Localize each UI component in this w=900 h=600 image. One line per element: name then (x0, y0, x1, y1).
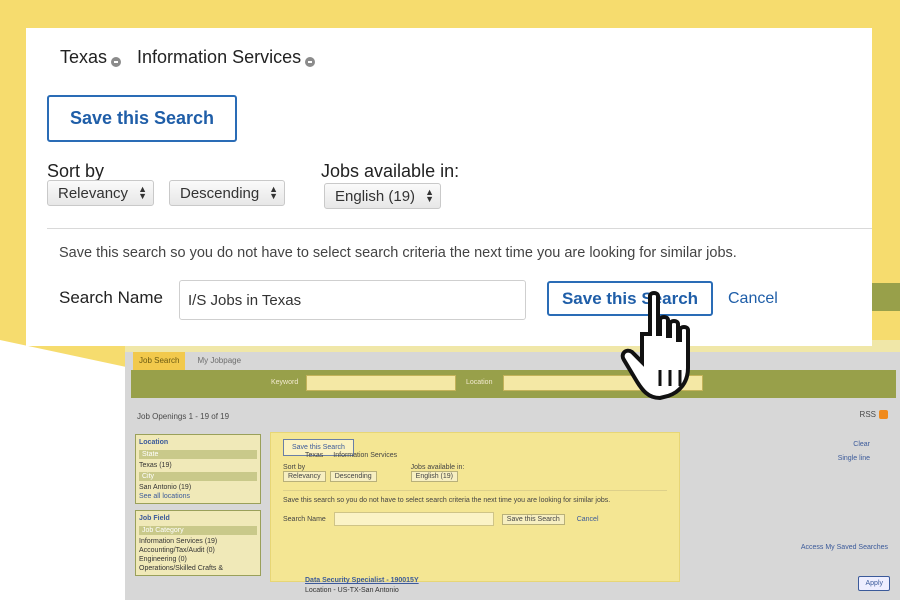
bg-apply-button[interactable]: Apply (858, 576, 890, 591)
save-this-search-button[interactable]: Save this Search (47, 95, 237, 142)
bg-mini-save-btn[interactable]: Save this Search (501, 513, 565, 525)
language-select[interactable]: English (19) ▲ ▼ (324, 183, 441, 209)
bg-facet-item[interactable]: Accounting/Tax/Audit (0) (139, 546, 257, 555)
bg-mini-save-panel: Texas Information Services Save this Sea… (270, 432, 680, 582)
bg-keyword-label: Keyword (271, 379, 299, 386)
rss-icon (879, 410, 888, 419)
filter-chip: Information Services (137, 47, 316, 68)
search-name-label: Search Name (59, 288, 163, 307)
bg-job-title[interactable]: Data Security Specialist - 190015Y (305, 576, 419, 586)
bg-jobfield-facet-title[interactable]: Job Field (139, 513, 257, 524)
bg-mini-name-input[interactable] (333, 512, 494, 526)
sort-by-label: Sort by (47, 161, 105, 181)
bg-tabs: Job Search My Jobpage (133, 352, 247, 370)
bg-tab-my-jobpage[interactable]: My Jobpage (191, 352, 247, 370)
remove-circle-icon[interactable] (305, 56, 316, 67)
bg-openings-count: Job Openings 1 - 19 of 19 (137, 412, 230, 421)
save-search-help-text: Save this search so you do not have to s… (59, 245, 737, 261)
bg-mini-sort-label: Sort by (283, 464, 306, 471)
bg-facet-item[interactable]: Information Services (19) (139, 537, 257, 546)
bg-facet-job-category: Job Category (139, 526, 257, 535)
bg-facet-state: State (139, 450, 257, 459)
bg-mini-name-row: Search Name Save this Search Cancel (283, 512, 667, 526)
bg-mini-name-label: Search Name (283, 515, 326, 523)
updown-arrows-icon: ▲ ▼ (425, 187, 434, 204)
bg-mini-cancel[interactable]: Cancel (577, 516, 599, 523)
bg-mini-sort-select[interactable]: Relevancy (283, 471, 326, 482)
sort-direction-select[interactable]: Descending ▲ ▼ (169, 180, 285, 206)
language-value: English (19) (335, 187, 416, 205)
bg-facet-texas[interactable]: Texas (19) (139, 461, 257, 470)
bg-facet-item[interactable]: Engineering (0) (139, 555, 257, 564)
bg-single-line-link[interactable]: Single line (838, 452, 870, 466)
bg-tab-job-search[interactable]: Job Search (133, 352, 186, 370)
cancel-link[interactable]: Cancel (728, 290, 778, 308)
filter-chip-label: Information Services (137, 47, 302, 67)
bg-mini-chips: Texas Information Services (305, 452, 397, 459)
section-divider (47, 228, 872, 229)
bg-keyword-input[interactable] (306, 375, 456, 391)
filter-chips: Texas Information Services (60, 47, 316, 68)
background-job-search-page: Job Search My Jobpage Keyword Location J… (125, 340, 900, 600)
bg-facet-item[interactable]: Operations/Skilled Crafts & (139, 564, 257, 573)
search-name-input[interactable]: I/S Jobs in Texas (179, 280, 526, 320)
filter-chip: Texas (60, 47, 122, 68)
bg-location-facet-title[interactable]: Location (139, 437, 257, 448)
bg-facet-city: City (139, 472, 257, 481)
hand-pointer-icon (620, 291, 690, 401)
zoom-backdrop-decoration (0, 370, 140, 600)
bg-jobfield-facet: Job Field Job Category Information Servi… (135, 510, 261, 576)
bg-facet-san-antonio[interactable]: San Antonio (19) (139, 483, 257, 492)
bg-job-listing: Data Security Specialist - 190015Y Locat… (305, 576, 419, 596)
bg-clear-link[interactable]: Clear (838, 438, 870, 452)
bg-facet-see-all[interactable]: See all locations (139, 492, 257, 501)
bg-location-label: Location (466, 379, 493, 386)
sort-order-value: Relevancy (58, 184, 129, 202)
bg-rss[interactable]: RSS (860, 410, 888, 419)
bg-access-saved-link[interactable]: Access My Saved Searches (801, 544, 888, 551)
bg-mini-divider (283, 490, 667, 491)
bg-mini-jobs-label: Jobs available in: (410, 464, 465, 471)
bg-mini-sort-row: Sort by Relevancy Descending Jobs availab… (283, 464, 667, 482)
bg-rss-label: RSS (859, 410, 876, 419)
bg-right-links: Clear Single line (838, 438, 870, 466)
bg-job-location: Location - US-TX-San Antonio (305, 587, 399, 594)
bg-search-bar: Keyword Location (131, 370, 896, 398)
bg-location-facet: Location State Texas (19) City San Anton… (135, 434, 261, 504)
bg-green-strip (870, 283, 900, 311)
bg-mini-lang-select[interactable]: English (19) (410, 471, 459, 482)
bg-facet-sidebar: Location State Texas (19) City San Anton… (135, 434, 261, 582)
updown-arrows-icon: ▲ ▼ (269, 184, 278, 201)
bg-mini-chip: Information Services (333, 452, 398, 459)
bg-mini-chip: Texas (305, 452, 324, 459)
filter-chip-label: Texas (60, 47, 108, 67)
remove-circle-icon[interactable] (111, 56, 122, 67)
updown-arrows-icon: ▲ ▼ (138, 184, 147, 201)
sort-direction-value: Descending (180, 184, 260, 202)
save-search-panel: Texas Information Services Save this Sea… (26, 28, 872, 346)
jobs-available-label: Jobs available in: (321, 161, 460, 181)
bg-mini-direction-select[interactable]: Descending (329, 471, 377, 482)
sort-order-select[interactable]: Relevancy ▲ ▼ (47, 180, 154, 206)
bg-mini-help: Save this search so you do not have to s… (283, 497, 611, 504)
